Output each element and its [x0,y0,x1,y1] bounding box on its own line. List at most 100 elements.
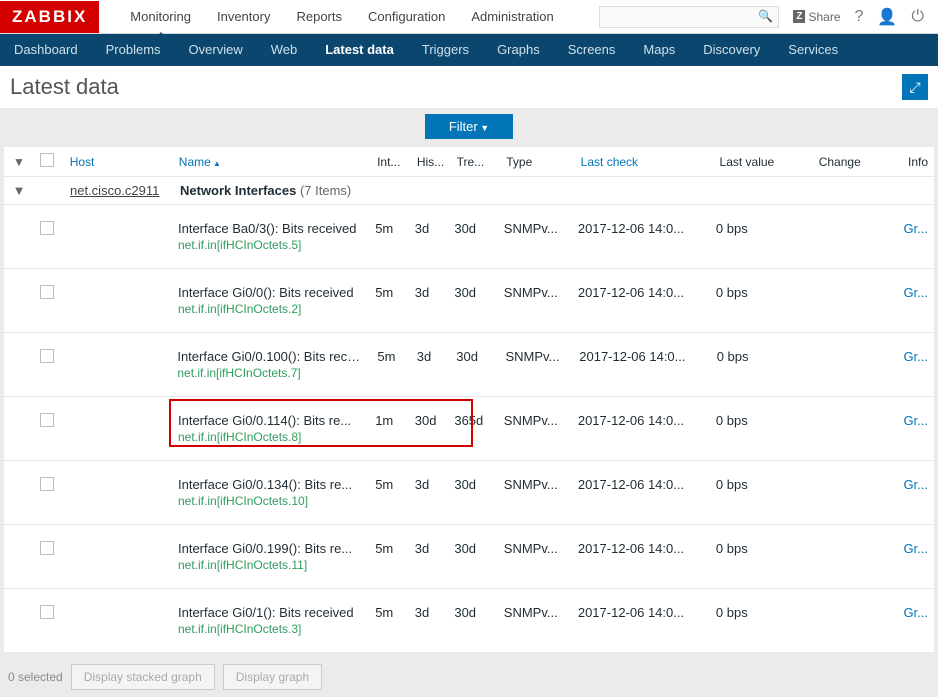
lastvalue-value: 0 bps [710,405,809,436]
trends-value: 30d [448,597,497,628]
graph-link[interactable]: Gr... [903,349,928,364]
graph-link[interactable]: Gr... [903,221,928,236]
row-checkbox[interactable] [40,541,54,555]
footer: 0 selected Display stacked graph Display… [0,657,938,697]
item-key-link[interactable]: net.if.in[ifHCInOctets.11] [178,558,363,572]
sub-menu-web[interactable]: Web [257,34,312,66]
history-value: 3d [411,341,450,372]
help-icon[interactable]: ? [855,8,864,26]
graph-link[interactable]: Gr... [903,477,928,492]
display-stacked-graph-button[interactable]: Display stacked graph [71,664,215,690]
expand-all-icon[interactable]: ▼ [4,149,34,175]
sub-menu-services[interactable]: Services [774,34,852,66]
interval-value: 1m [369,405,409,436]
group-row: ▼ net.cisco.c2911 Network Interfaces (7 … [4,177,934,205]
sub-nav: DashboardProblemsOverviewWebLatest dataT… [0,34,938,66]
row-checkbox[interactable] [40,285,54,299]
filter-bar: Filter [4,108,934,147]
sub-menu-overview[interactable]: Overview [175,34,257,66]
share-button[interactable]: ZShare [793,10,840,24]
item-name: Interface Gi0/0(): Bits received [178,285,363,300]
col-trends: Tre... [451,149,501,175]
graph-link[interactable]: Gr... [903,413,928,428]
power-icon[interactable]: ⏻ [911,8,924,26]
type-value: SNMPv... [498,405,572,436]
lastcheck-value: 2017-12-06 14:0... [572,597,710,628]
table-row: Interface Ba0/3(): Bits receivednet.if.i… [4,205,934,269]
top-tools: ZShare ? 👤 ⏻ [599,6,938,28]
content: Filter ▼ Host Name Int... His... Tre... … [0,108,938,657]
item-key-link[interactable]: net.if.in[ifHCInOctets.2] [178,302,363,316]
type-value: SNMPv... [498,213,572,244]
logo[interactable]: ZABBIX [0,1,99,33]
display-graph-button[interactable]: Display graph [223,664,322,690]
col-host[interactable]: Host [64,149,173,175]
item-name: Interface Gi0/0.114(): Bits re... [178,413,363,428]
search-input[interactable] [599,6,779,28]
row-checkbox[interactable] [40,477,54,491]
interval-value: 5m [369,277,409,308]
trends-value: 30d [448,277,497,308]
lastvalue-value: 0 bps [710,597,809,628]
history-value: 3d [409,469,449,500]
trends-value: 30d [448,213,497,244]
user-icon[interactable]: 👤 [877,7,897,27]
sub-menu-dashboard[interactable]: Dashboard [0,34,92,66]
sub-menu-maps[interactable]: Maps [629,34,689,66]
item-key-link[interactable]: net.if.in[ifHCInOctets.8] [178,430,363,444]
item-name: Interface Gi0/0.134(): Bits re... [178,477,363,492]
filter-button[interactable]: Filter [425,114,513,139]
collapse-icon[interactable]: ▼ [4,177,34,204]
graph-link[interactable]: Gr... [903,605,928,620]
table-row: Interface Gi0/0.199(): Bits re...net.if.… [4,525,934,589]
type-value: SNMPv... [498,469,572,500]
trends-value: 30d [448,533,497,564]
row-checkbox[interactable] [40,413,54,427]
top-menu-configuration[interactable]: Configuration [355,1,458,32]
lastvalue-value: 0 bps [711,341,809,372]
sub-menu-latest-data[interactable]: Latest data [311,34,408,66]
sub-menu-screens[interactable]: Screens [554,34,630,66]
sub-menu-discovery[interactable]: Discovery [689,34,774,66]
interval-value: 5m [371,341,410,372]
type-value: SNMPv... [498,533,572,564]
col-info: Info [902,149,934,175]
col-name[interactable]: Name [173,149,371,175]
item-key-link[interactable]: net.if.in[ifHCInOctets.7] [177,366,365,380]
select-all-checkbox[interactable] [40,153,54,167]
item-key-link[interactable]: net.if.in[ifHCInOctets.10] [178,494,363,508]
top-nav: ZABBIX MonitoringInventoryReportsConfigu… [0,0,938,34]
group-count: (7 Items) [300,183,351,198]
col-type: Type [500,149,574,175]
top-menu-reports[interactable]: Reports [283,1,355,32]
top-menu-monitoring[interactable]: Monitoring [117,1,204,32]
item-key-link[interactable]: net.if.in[ifHCInOctets.3] [178,622,363,636]
type-value: SNMPv... [498,277,572,308]
row-checkbox[interactable] [40,221,54,235]
interval-value: 5m [369,597,409,628]
host-link[interactable]: net.cisco.c2911 [70,183,159,198]
lastvalue-value: 0 bps [710,213,809,244]
selected-count: 0 selected [8,670,63,684]
item-name: Interface Gi0/1(): Bits received [178,605,363,620]
lastcheck-value: 2017-12-06 14:0... [572,405,710,436]
fullscreen-button[interactable]: ⤢ [902,74,928,100]
trends-value: 30d [450,341,499,372]
col-lastcheck[interactable]: Last check [575,149,714,175]
top-menu-inventory[interactable]: Inventory [204,1,283,32]
col-change: Change [813,149,902,175]
item-name: Interface Gi0/0.100(): Bits received [177,349,365,364]
graph-link[interactable]: Gr... [903,285,928,300]
trends-value: 30d [448,469,497,500]
sub-menu-graphs[interactable]: Graphs [483,34,554,66]
item-key-link[interactable]: net.if.in[ifHCInOctets.5] [178,238,363,252]
col-history: His... [411,149,451,175]
graph-link[interactable]: Gr... [903,541,928,556]
trends-value: 365d [448,405,497,436]
table-header: ▼ Host Name Int... His... Tre... Type La… [4,147,934,177]
row-checkbox[interactable] [40,349,54,363]
top-menu-administration[interactable]: Administration [458,1,566,32]
sub-menu-triggers[interactable]: Triggers [408,34,483,66]
row-checkbox[interactable] [40,605,54,619]
type-value: SNMPv... [498,597,572,628]
